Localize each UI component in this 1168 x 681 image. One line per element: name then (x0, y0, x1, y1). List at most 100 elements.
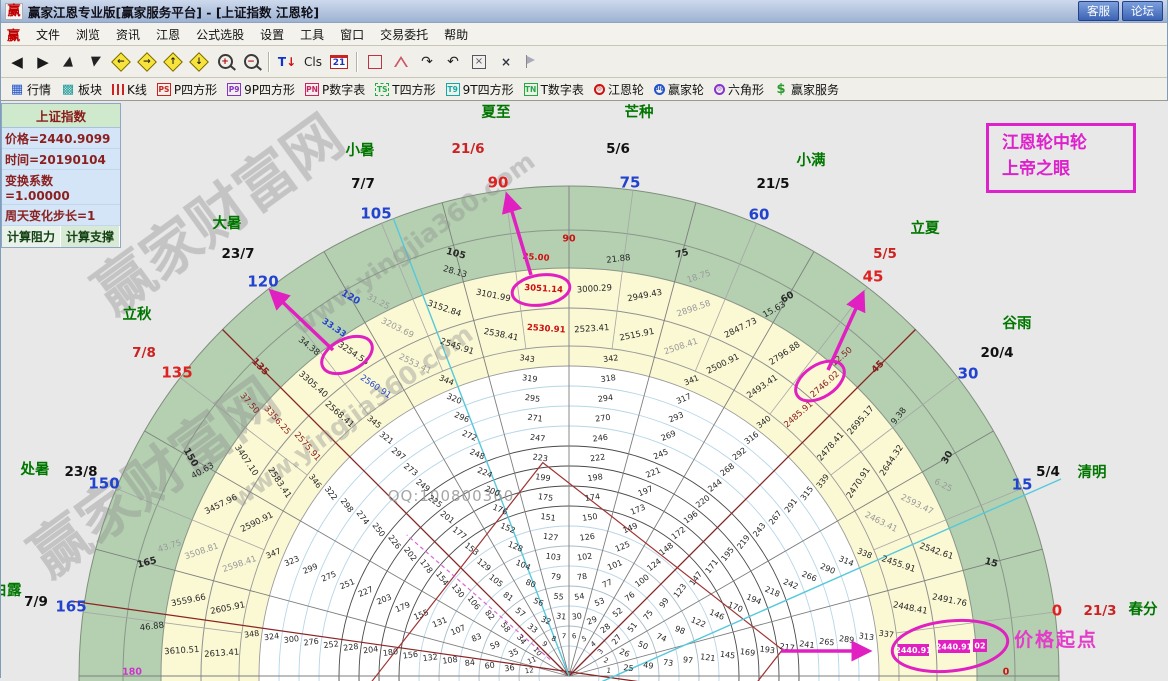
rotate-cw-button[interactable]: ↷ (415, 50, 439, 74)
menu-设置[interactable]: 设置 (252, 26, 292, 44)
module-9T四方形[interactable]: T99T四方形 (444, 80, 516, 99)
menu-bar: 赢 文件浏览资讯江恩公式选股设置工具窗口交易委托帮助 (1, 23, 1167, 46)
module-label: 板块 (78, 81, 102, 98)
module-行情[interactable]: ▦行情 (8, 80, 53, 99)
diamond-down-button[interactable]: ↓ (187, 50, 211, 74)
degree-label-135: 135 (161, 364, 192, 382)
calendar-icon: 21 (330, 55, 349, 69)
degree-label-30: 30 (958, 365, 979, 383)
zoom-in-button[interactable]: + (213, 50, 237, 74)
svg-text:2440.91: 2440.91 (895, 646, 932, 655)
svg-text:02: 02 (974, 642, 985, 651)
rect-tool-button[interactable] (363, 50, 387, 74)
panel-row-0: 价格=2440.9099 (2, 128, 120, 149)
menu-文件[interactable]: 文件 (28, 26, 68, 44)
kite-up-icon: ▲ (62, 54, 75, 69)
svg-text:49: 49 (643, 660, 654, 670)
svg-text:180: 180 (122, 667, 142, 678)
module-T数字表[interactable]: TNT数字表 (522, 80, 586, 99)
box-p9-icon: P9 (227, 83, 241, 96)
forward-button[interactable]: ▶ (31, 50, 55, 74)
triangle-tool-button[interactable] (389, 50, 413, 74)
svg-text:31: 31 (556, 611, 567, 621)
menu-帮助[interactable]: 帮助 (436, 26, 476, 44)
svg-text:60: 60 (484, 660, 495, 670)
panel-buttons: 计算阻力计算支撑 (2, 226, 120, 247)
module-六角形[interactable]: ◎六角形 (712, 80, 766, 99)
menu-江恩[interactable]: 江恩 (148, 26, 188, 44)
module-P数字表[interactable]: PNP数字表 (303, 80, 367, 99)
ring-gann-icon: ◎ (594, 84, 605, 95)
svg-text:54: 54 (574, 592, 585, 602)
module-江恩轮[interactable]: ◎江恩轮 (592, 80, 646, 99)
zoom-in-icon: + (218, 54, 233, 69)
module-label: T四方形 (392, 81, 435, 98)
module-K线[interactable]: K线 (110, 80, 149, 99)
ring-big-icon: Big (654, 84, 665, 95)
grid-icon: ▦ (10, 83, 24, 96)
menu-items: 文件浏览资讯江恩公式选股设置工具窗口交易委托帮助 (28, 26, 476, 43)
time-axis-button[interactable]: T↓ (275, 50, 299, 74)
diamond-left-icon: ← (111, 52, 131, 72)
menu-工具[interactable]: 工具 (292, 26, 332, 44)
solar-term-春分: 春分 (1129, 600, 1158, 618)
menu-浏览[interactable]: 浏览 (68, 26, 108, 44)
gann-eye-annotation-box: 江恩轮中轮 上帝之眼 (986, 123, 1136, 193)
chart-area[interactable]: 赢家财富网赢家财富网www.yingjia360.comwww.yingjia3… (1, 101, 1168, 681)
diamond-right-button[interactable]: → (135, 50, 159, 74)
module-赢家轮[interactable]: Big赢家轮 (652, 80, 706, 99)
solar-term-夏至: 夏至 (482, 104, 511, 121)
solar-date: 21/6 (451, 141, 484, 157)
solar-term-处暑: 处暑 (20, 460, 50, 478)
module-label: 9P四方形 (244, 81, 295, 98)
menu-窗口[interactable]: 窗口 (332, 26, 372, 44)
instrument-title: 上证指数 (2, 104, 120, 128)
menu-公式选股[interactable]: 公式选股 (188, 26, 252, 44)
back-button[interactable]: ◀ (5, 50, 29, 74)
titlebar-button-客服[interactable]: 客服 (1078, 1, 1119, 21)
menu-交易委托[interactable]: 交易委托 (372, 26, 436, 44)
diamond-left-button[interactable]: ← (109, 50, 133, 74)
module-9P四方形[interactable]: P99P四方形 (225, 80, 297, 99)
module-P四方形[interactable]: PSP四方形 (155, 80, 219, 99)
menu-logo-icon: 赢 (7, 25, 20, 44)
center-mark-button[interactable]: × (493, 50, 517, 74)
rotate-ccw-button[interactable]: ↶ (441, 50, 465, 74)
panel-button-计算阻力[interactable]: 计算阻力 (2, 226, 61, 247)
module-toolbar: ▦行情 ▩板块 K线 PSP四方形 P99P四方形 PNP数字表 TST四方形 T99T四方形… (1, 78, 1167, 101)
menu-资讯[interactable]: 资讯 (108, 26, 148, 44)
module-赢家服务[interactable]: $赢家服务 (772, 80, 841, 99)
zoom-out-button[interactable]: − (239, 50, 263, 74)
svg-text:25: 25 (623, 663, 634, 673)
rotate-ccw-icon: ↶ (447, 54, 459, 70)
zoom-out-icon: − (244, 54, 259, 69)
cls-icon: Cls (304, 55, 322, 69)
solar-term-芒种: 芒种 (625, 103, 654, 121)
calendar-button[interactable]: 21 (327, 50, 351, 74)
svg-text:36: 36 (504, 663, 515, 673)
titlebar-button-论坛[interactable]: 论坛 (1122, 1, 1163, 21)
module-T四方形[interactable]: TST四方形 (373, 80, 437, 99)
solar-term-立秋: 立秋 (123, 305, 152, 323)
box-tn-icon: TN (524, 83, 538, 96)
flag-button[interactable] (519, 50, 543, 74)
module-板块[interactable]: ▩板块 (59, 80, 104, 99)
solar-date: 20/4 (980, 345, 1013, 361)
kite-up-button[interactable]: ▲ (57, 50, 81, 74)
solar-term-清明: 清明 (1078, 463, 1107, 481)
degree-label-105: 105 (360, 205, 391, 223)
solar-date: 7/7 (351, 176, 375, 192)
svg-text:90: 90 (562, 234, 576, 245)
module-label: 9T四方形 (463, 81, 514, 98)
panel-button-计算支撑[interactable]: 计算支撑 (61, 226, 120, 247)
module-label: 江恩轮 (608, 81, 644, 98)
cls-button[interactable]: Cls (301, 50, 325, 74)
window-title: 赢家江恩专业版[赢家服务平台] - [上证指数 江恩轮] (28, 2, 1075, 21)
kite-down-button[interactable]: ▼ (83, 50, 107, 74)
solar-term-大暑: 大暑 (213, 214, 242, 232)
panel-row-2: 变换系数=1.00000 (2, 170, 120, 205)
ring-hex-icon: ◎ (714, 84, 725, 95)
diamond-up-button[interactable]: ↑ (161, 50, 185, 74)
degree-label-75: 75 (620, 174, 641, 192)
box-x-button[interactable]: × (467, 50, 491, 74)
